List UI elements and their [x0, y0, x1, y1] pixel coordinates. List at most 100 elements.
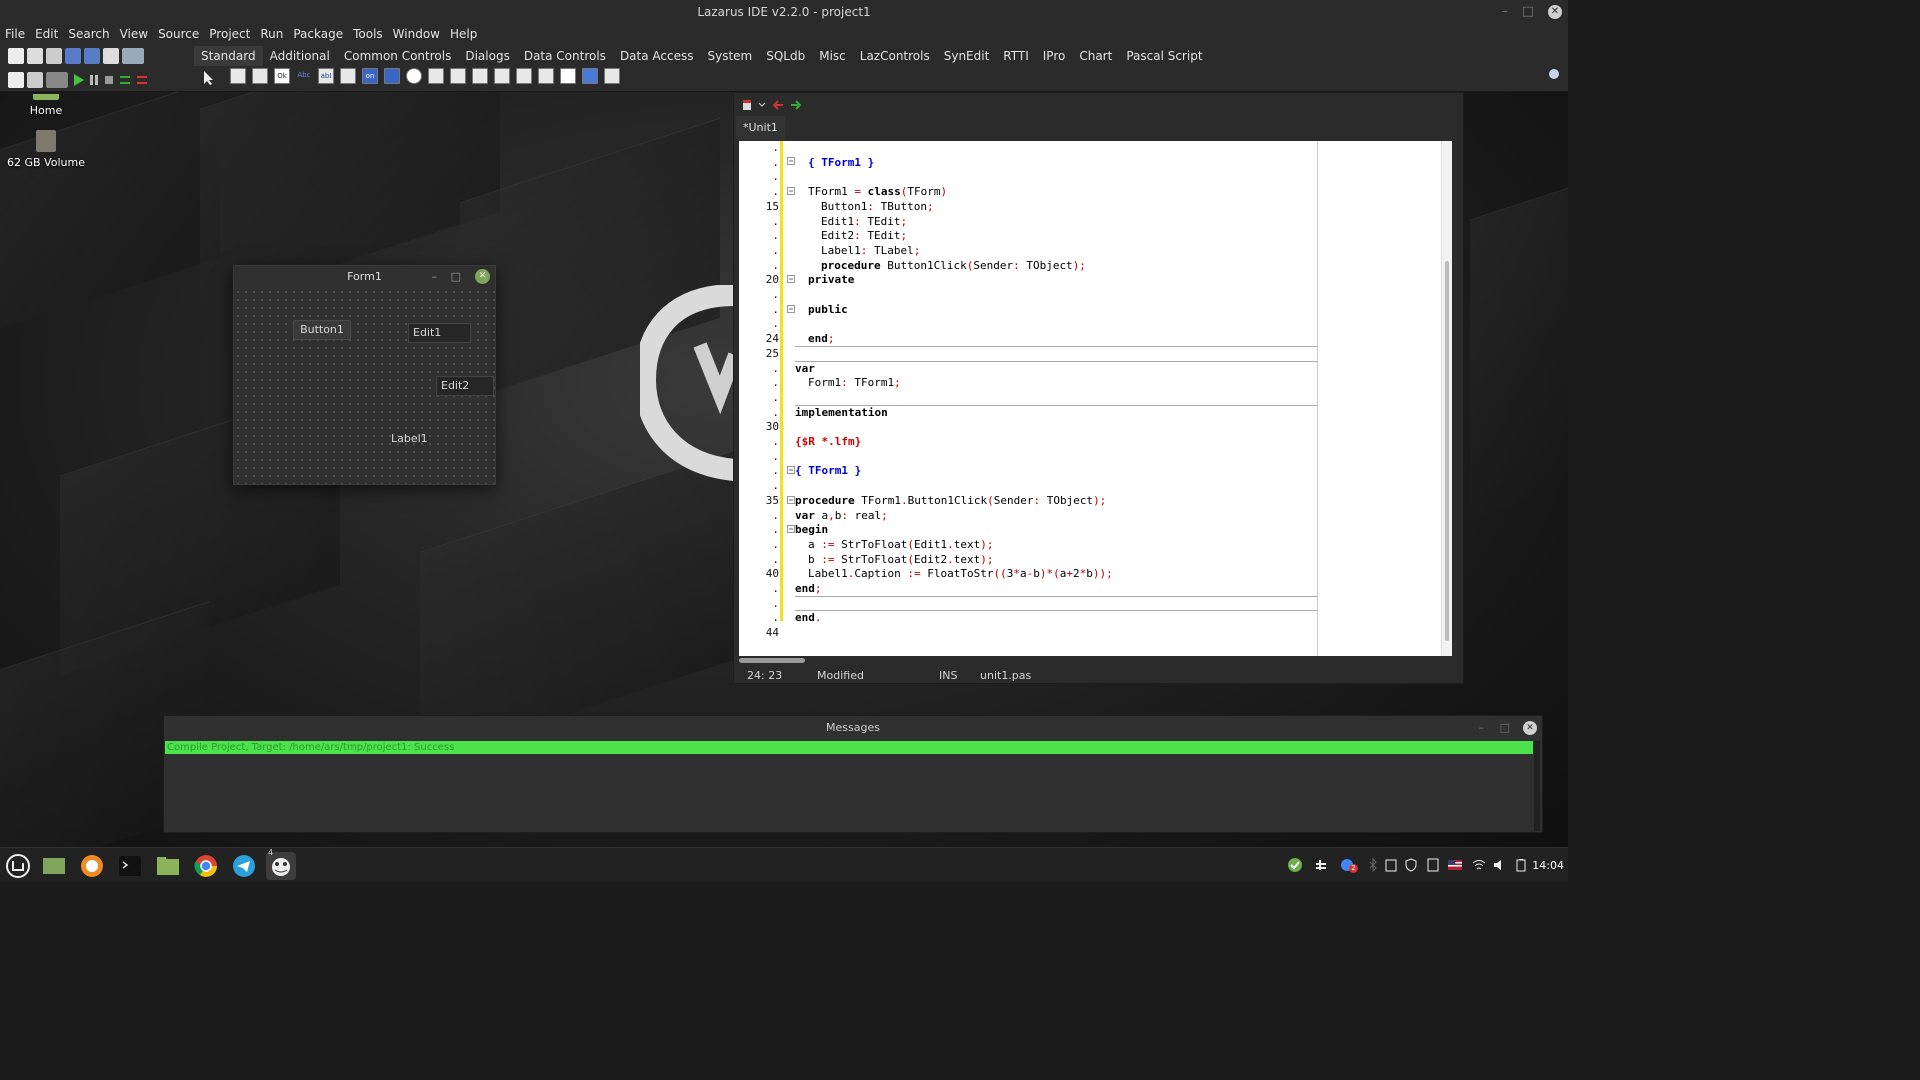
fold-marker-icon[interactable] [787, 466, 795, 474]
chrome-tray-item[interactable]: 2 [1340, 858, 1358, 873]
pause-icon[interactable] [88, 72, 100, 88]
insert-mode[interactable]: INS [931, 667, 972, 685]
terminal-icon[interactable] [116, 852, 144, 880]
menu-tools[interactable]: Tools [348, 24, 388, 44]
palette-tab-dialogs[interactable]: Dialogs [458, 46, 516, 66]
menu-search[interactable]: Search [63, 24, 114, 44]
mint-menu-icon[interactable] [4, 852, 32, 880]
maximize-button[interactable]: □ [1522, 0, 1534, 24]
fold-marker-icon[interactable] [787, 496, 795, 504]
fold-marker-icon[interactable] [787, 275, 795, 283]
wifi-icon[interactable] [1472, 858, 1486, 872]
fold-marker-icon[interactable] [787, 305, 795, 313]
menu-project[interactable]: Project [204, 24, 255, 44]
button1[interactable]: Button1 [293, 320, 351, 340]
fold-marker-icon[interactable] [787, 525, 795, 533]
tbutton-icon[interactable]: Ok [274, 68, 290, 84]
messages-maximize-button[interactable]: □ [1500, 716, 1510, 740]
show-desktop-icon[interactable] [40, 852, 68, 880]
menu-window[interactable]: Window [388, 24, 445, 44]
save-icon[interactable] [65, 48, 81, 64]
tgroupbox-icon[interactable] [494, 68, 510, 84]
form1-close-button[interactable]: ✕ [475, 269, 490, 284]
tscrollbar-icon[interactable] [472, 68, 488, 84]
step-into-icon[interactable] [118, 72, 132, 88]
chrome-icon[interactable] [192, 852, 220, 880]
palette-tab-sqldb[interactable]: SQLdb [759, 46, 812, 66]
tcheckgroup-icon[interactable] [538, 68, 554, 84]
palette-tab-misc[interactable]: Misc [812, 46, 853, 66]
save-all-icon[interactable] [84, 48, 100, 64]
files-icon[interactable] [154, 852, 182, 880]
messages-close-button[interactable]: ✕ [1523, 721, 1537, 735]
edit1[interactable]: Edit1 [408, 323, 471, 343]
scrollbar-thumb[interactable] [739, 658, 805, 663]
palette-tab-data-controls[interactable]: Data Controls [517, 46, 613, 66]
stop-icon[interactable] [103, 72, 115, 88]
label1[interactable]: Label1 [391, 432, 428, 445]
menu-source[interactable]: Source [153, 24, 204, 44]
tlistbox-icon[interactable] [428, 68, 444, 84]
view-units-icon[interactable] [122, 48, 144, 64]
palette-tab-rtti[interactable]: RTTI [996, 46, 1035, 66]
tmemo-icon[interactable] [340, 68, 356, 84]
compile-success-message[interactable]: Compile Project, Target: /home/ars/tmp/p… [165, 741, 1533, 754]
view-forms-icon[interactable] [8, 72, 24, 88]
new-form-icon[interactable] [27, 48, 43, 64]
dropdown-icon[interactable] [758, 99, 766, 111]
tactionlist-icon[interactable] [604, 68, 620, 84]
menu-edit[interactable]: Edit [30, 24, 63, 44]
tpopupmenu-icon[interactable] [252, 68, 268, 84]
slack-icon[interactable] [1314, 858, 1328, 872]
menu-package[interactable]: Package [288, 24, 348, 44]
form1-maximize-button[interactable]: □ [451, 266, 461, 288]
tradiogroup-icon[interactable] [516, 68, 532, 84]
update-manager-icon[interactable] [1288, 858, 1302, 872]
new-unit-icon[interactable] [8, 48, 24, 64]
palette-tab-pascal-script[interactable]: Pascal Script [1119, 46, 1209, 66]
fold-marker-icon[interactable] [787, 187, 795, 195]
jump-back-icon[interactable] [772, 99, 784, 111]
ttogglebox-icon[interactable]: on [362, 68, 378, 84]
bluetooth-icon[interactable] [1366, 858, 1380, 872]
notes-icon[interactable] [1426, 858, 1440, 872]
tframe-icon[interactable] [582, 68, 598, 84]
toggle-form-unit-icon[interactable] [103, 48, 119, 64]
code-editor[interactable]: . . . . 15 . . . . 20 . . . 24 25 . . . … [739, 141, 1452, 656]
tpanel-icon[interactable] [560, 68, 576, 84]
tcheckbox-icon[interactable] [384, 68, 400, 84]
battery-icon[interactable] [1514, 858, 1528, 872]
volume-icon[interactable] [1492, 858, 1506, 872]
form1-design-surface[interactable]: Button1 Edit1 Edit2 Label1 [234, 288, 495, 484]
clock[interactable]: 14:04 [1532, 848, 1564, 883]
view-units-list-icon[interactable] [27, 72, 43, 88]
palette-tab-data-access[interactable]: Data Access [613, 46, 701, 66]
edit2[interactable]: Edit2 [436, 376, 494, 396]
menu-view[interactable]: View [115, 24, 153, 44]
jump-forward-icon[interactable] [790, 99, 802, 111]
form1-minimize-button[interactable]: – [432, 266, 438, 288]
tlabel-icon[interactable]: Abc [296, 68, 312, 84]
tmainmenu-icon[interactable] [230, 68, 246, 84]
us-flag-icon[interactable] [1448, 858, 1462, 872]
palette-tab-synedit[interactable]: SynEdit [937, 46, 997, 66]
desktop-icon-home[interactable]: Home [1, 94, 91, 117]
palette-tab-chart[interactable]: Chart [1072, 46, 1119, 66]
palette-tab-ipro[interactable]: IPro [1036, 46, 1073, 66]
messages-scrollbar[interactable] [1534, 741, 1540, 831]
palette-tab-standard[interactable]: Standard [194, 46, 263, 66]
firefox-icon[interactable] [78, 852, 106, 880]
fold-marker-icon[interactable] [787, 157, 795, 165]
code-text[interactable]: { TForm1 } TForm1 = class(TForm) Button1… [795, 141, 1325, 656]
palette-tab-common-controls[interactable]: Common Controls [337, 46, 459, 66]
telegram-icon[interactable] [230, 852, 258, 880]
palette-settings-icon[interactable] [1548, 68, 1560, 80]
desktop-icon-volume[interactable]: 62 GB Volume [1, 130, 91, 169]
tcombobox-icon[interactable] [450, 68, 466, 84]
tedit-icon[interactable]: abI [318, 68, 334, 84]
shield-icon[interactable] [1404, 858, 1418, 872]
menu-file[interactable]: File [0, 24, 30, 44]
clipboard-icon[interactable] [1384, 858, 1398, 872]
lazarus-taskbar-item[interactable]: 4 [266, 848, 296, 880]
menu-help[interactable]: Help [445, 24, 482, 44]
